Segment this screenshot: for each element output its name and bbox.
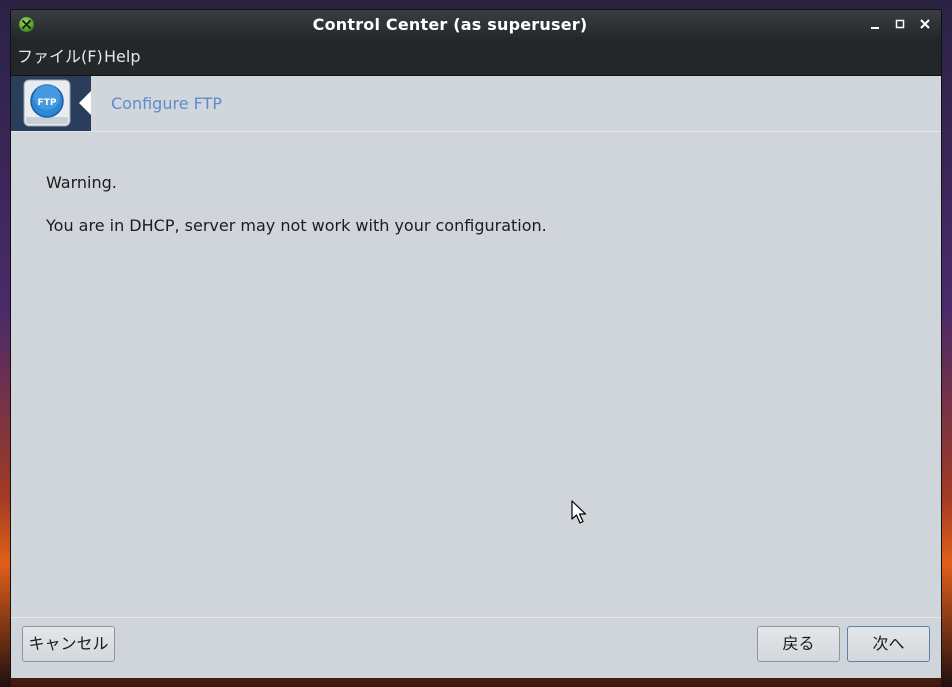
ftp-icon-text: FTP [38,98,57,108]
maximize-icon[interactable] [892,16,908,32]
desktop-background-right [941,0,952,687]
wizard-header: FTP Configure FTP [11,76,941,132]
desktop-background-left [0,0,11,687]
header-pointer [79,91,91,115]
mouse-pointer-icon [571,500,587,524]
warning-message: You are in DHCP, server may not work wit… [46,216,547,235]
warning-title: Warning. [46,173,117,192]
next-button[interactable]: 次へ [847,626,930,662]
page-title: Configure FTP [111,94,222,113]
back-button[interactable]: 戻る [757,626,840,662]
window-title: Control Center (as superuser) [312,15,588,34]
ftp-folder-icon: FTP [23,79,71,127]
close-icon[interactable] [917,16,933,32]
window-titlebar[interactable]: Control Center (as superuser) [11,10,941,39]
minimize-icon[interactable] [867,16,883,32]
menu-help[interactable]: Help [104,39,140,75]
cancel-button[interactable]: キャンセル [22,626,115,662]
wizard-footer: キャンセル 戻る 次へ [11,617,941,678]
menu-file[interactable]: ファイル(F) [17,39,103,75]
control-center-window: Control Center (as superuser) ファイル(F) He… [11,10,941,678]
wizard-content: Warning. You are in DHCP, server may not… [11,132,941,616]
menu-bar: ファイル(F) Help [11,39,941,76]
